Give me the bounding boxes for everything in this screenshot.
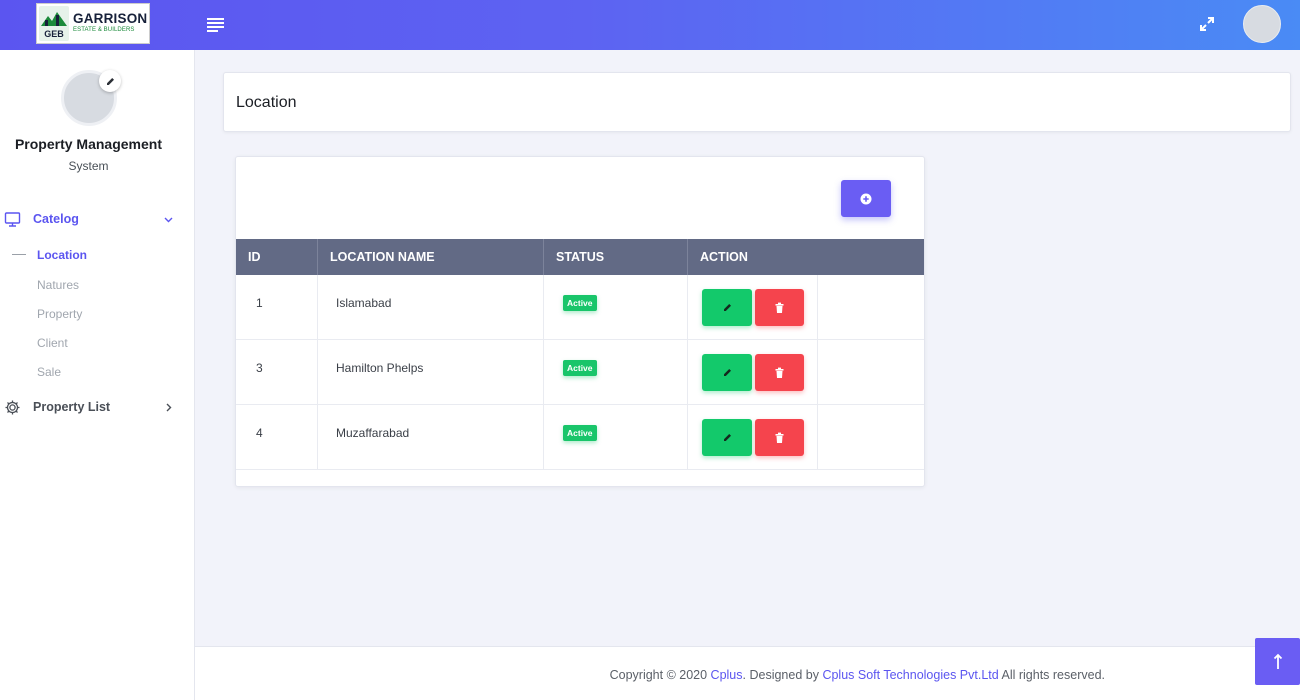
table-row: 1 Islamabad Active (236, 275, 924, 340)
sidebar-group-label: Catelog (33, 212, 79, 226)
menu-toggle-icon[interactable] (206, 15, 226, 33)
table-row: 4 Muzaffarabad Active (236, 405, 924, 470)
row-id: 4 (256, 426, 263, 440)
edit-button[interactable] (702, 419, 752, 456)
logo-mark-icon: GEB (39, 6, 69, 41)
monitor-icon (4, 212, 21, 227)
brand-subtitle: ESTATE & BUILDERS (73, 27, 135, 33)
status-badge: Active (563, 295, 597, 311)
cell-id: 4 (236, 405, 318, 470)
profile-subtitle: System (68, 159, 109, 173)
gear-icon (5, 400, 20, 415)
arrow-up-icon (1273, 653, 1282, 669)
footer-link-cplus[interactable]: Cplus (711, 668, 743, 682)
active-indicator (12, 254, 26, 255)
profile-name: Property Management (14, 136, 163, 152)
location-table-card: ID LOCATION NAME STATUS ACTION 1 Islamab… (235, 156, 925, 487)
sidebar-item-natures[interactable]: Natures (37, 278, 79, 292)
cell-location-name: Muzaffarabad (318, 405, 544, 470)
pencil-icon (723, 369, 731, 376)
edit-button[interactable] (702, 289, 752, 326)
column-header-id[interactable]: ID (236, 239, 318, 275)
sidebar: Property Management System (0, 50, 195, 700)
footer-link-company[interactable]: Cplus Soft Technologies Pvt.Ltd (822, 668, 998, 682)
chevron-right-icon (166, 403, 172, 412)
footer-prefix: Copyright © 2020 (609, 668, 711, 682)
plus-circle-icon (860, 193, 872, 204)
row-id: 3 (256, 361, 263, 375)
footer-middle: . Designed by (742, 668, 823, 682)
sidebar-group-catelog[interactable]: Catelog (0, 205, 195, 233)
page-header: Location (223, 72, 1291, 132)
sidebar-item-client[interactable]: Client (37, 336, 68, 350)
profile-edit-button[interactable] (99, 70, 121, 92)
sidebar-item-location[interactable]: Location (37, 248, 87, 262)
table-header: ID LOCATION NAME STATUS ACTION (236, 239, 924, 275)
cell-location-name: Islamabad (318, 275, 544, 340)
row-location-name: Muzaffarabad (336, 426, 410, 440)
cell-action (688, 275, 818, 340)
cell-action (688, 405, 818, 470)
top-bar: GEB GARRISON ESTATE & BUILDERS (0, 0, 1300, 50)
trash-icon (775, 367, 784, 378)
delete-button[interactable] (755, 419, 804, 456)
fullscreen-icon[interactable] (1198, 15, 1216, 33)
scroll-to-top-button[interactable] (1255, 638, 1300, 685)
row-location-name: Islamabad (336, 296, 392, 310)
status-badge: Active (563, 425, 597, 441)
sidebar-item-sale[interactable]: Sale (37, 365, 61, 379)
cell-status: Active (544, 340, 688, 405)
pencil-icon (106, 77, 114, 85)
add-location-button[interactable] (841, 180, 891, 217)
footer-suffix: All rights reserved. (998, 668, 1105, 682)
trash-icon (775, 302, 784, 313)
row-location-name: Hamilton Phelps (336, 361, 424, 375)
pencil-icon (723, 304, 731, 311)
delete-button[interactable] (755, 289, 804, 326)
cell-status: Active (544, 275, 688, 340)
page-title: Location (236, 94, 297, 111)
row-id: 1 (256, 296, 263, 310)
edit-button[interactable] (702, 354, 752, 391)
delete-button[interactable] (755, 354, 804, 391)
brand-title: GARRISON (73, 11, 148, 26)
table-row: 3 Hamilton Phelps Active (236, 340, 924, 405)
sidebar-group-property-list[interactable]: Property List (0, 393, 195, 421)
cell-id: 1 (236, 275, 318, 340)
column-header-action[interactable]: ACTION (688, 239, 924, 275)
status-badge: Active (563, 360, 597, 376)
cell-location-name: Hamilton Phelps (318, 340, 544, 405)
cell-action (688, 340, 818, 405)
trash-icon (775, 432, 784, 443)
column-header-status[interactable]: STATUS (544, 239, 688, 275)
svg-text:GEB: GEB (44, 29, 64, 39)
column-header-location-name[interactable]: LOCATION NAME (318, 239, 544, 275)
chevron-down-icon (164, 217, 173, 223)
pencil-icon (723, 434, 731, 441)
sidebar-group-label: Property List (33, 400, 111, 414)
footer-copyright: Copyright © 2020 Cplus. Designed by Cplu… (195, 668, 1105, 682)
brand-logo[interactable]: GEB GARRISON ESTATE & BUILDERS (36, 3, 150, 44)
cell-status: Active (544, 405, 688, 470)
user-avatar[interactable] (1243, 5, 1281, 43)
sidebar-item-property[interactable]: Property (37, 307, 82, 321)
cell-id: 3 (236, 340, 318, 405)
footer: Copyright © 2020 Cplus. Designed by Cplu… (195, 646, 1300, 700)
